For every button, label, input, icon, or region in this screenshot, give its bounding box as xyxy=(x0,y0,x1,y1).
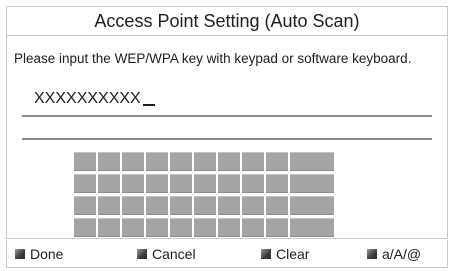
second-input-underline xyxy=(22,138,432,140)
keypad-key[interactable] xyxy=(194,152,216,171)
keypad-key[interactable] xyxy=(146,174,168,193)
keypad-key[interactable] xyxy=(242,174,264,193)
keypad-key[interactable] xyxy=(122,152,144,171)
keypad-key[interactable] xyxy=(218,174,240,193)
keypad-key[interactable] xyxy=(290,174,334,193)
done-button[interactable]: Done xyxy=(15,246,63,262)
button-marker-icon xyxy=(367,249,377,259)
keypad-key[interactable] xyxy=(194,174,216,193)
instruction-text: Please input the WEP/WPA key with keypad… xyxy=(14,51,412,66)
button-marker-icon xyxy=(15,249,25,259)
keypad-key[interactable] xyxy=(122,196,144,215)
keypad-key[interactable] xyxy=(266,218,288,237)
keypad-key[interactable] xyxy=(122,174,144,193)
keypad-key[interactable] xyxy=(146,152,168,171)
key-input-value: XXXXXXXXXX xyxy=(34,90,141,107)
keypad-key[interactable] xyxy=(218,196,240,215)
keypad-key[interactable] xyxy=(218,218,240,237)
footer-bar: Done Cancel Clear a/A/@ xyxy=(6,240,448,268)
keypad-key[interactable] xyxy=(170,152,192,171)
button-marker-icon xyxy=(261,249,271,259)
access-point-setting-screen: Access Point Setting (Auto Scan) Please … xyxy=(0,0,454,271)
keypad-key[interactable] xyxy=(98,152,120,171)
keypad-key[interactable] xyxy=(170,218,192,237)
keypad-key[interactable] xyxy=(98,174,120,193)
keypad-key[interactable] xyxy=(74,174,96,193)
case-symbol-toggle-label: a/A/@ xyxy=(382,246,422,262)
cancel-button-label: Cancel xyxy=(152,246,196,262)
keypad-key[interactable] xyxy=(242,196,264,215)
keypad-key[interactable] xyxy=(290,218,334,237)
cancel-button[interactable]: Cancel xyxy=(137,246,196,262)
done-button-label: Done xyxy=(30,246,64,262)
keypad-key[interactable] xyxy=(266,152,288,171)
text-cursor xyxy=(142,104,155,106)
screen-title: Access Point Setting (Auto Scan) xyxy=(6,6,448,36)
keypad-key[interactable] xyxy=(242,218,264,237)
keypad-key[interactable] xyxy=(194,218,216,237)
key-input-underline xyxy=(22,115,432,117)
keypad-key[interactable] xyxy=(122,218,144,237)
keypad-key[interactable] xyxy=(74,196,96,215)
keypad-key[interactable] xyxy=(170,174,192,193)
wep-wpa-key-input[interactable]: XXXXXXXXXX xyxy=(22,85,432,115)
keypad-key[interactable] xyxy=(266,196,288,215)
keypad-key[interactable] xyxy=(98,218,120,237)
keypad-key[interactable] xyxy=(98,196,120,215)
software-keyboard xyxy=(74,152,334,237)
keypad-key[interactable] xyxy=(146,218,168,237)
keypad-key[interactable] xyxy=(74,218,96,237)
key-input-value-wrapper: XXXXXXXXXX xyxy=(34,90,155,108)
clear-button[interactable]: Clear xyxy=(261,246,309,262)
keypad-key[interactable] xyxy=(146,196,168,215)
case-symbol-toggle-button[interactable]: a/A/@ xyxy=(367,246,421,262)
keypad-key[interactable] xyxy=(290,152,334,171)
keypad-key[interactable] xyxy=(218,152,240,171)
clear-button-label: Clear xyxy=(276,246,310,262)
keypad-key[interactable] xyxy=(290,196,334,215)
keypad-key[interactable] xyxy=(242,152,264,171)
keypad-key[interactable] xyxy=(266,174,288,193)
keypad-key[interactable] xyxy=(74,152,96,171)
keypad-key[interactable] xyxy=(170,196,192,215)
button-marker-icon xyxy=(137,249,147,259)
keypad-key[interactable] xyxy=(194,196,216,215)
